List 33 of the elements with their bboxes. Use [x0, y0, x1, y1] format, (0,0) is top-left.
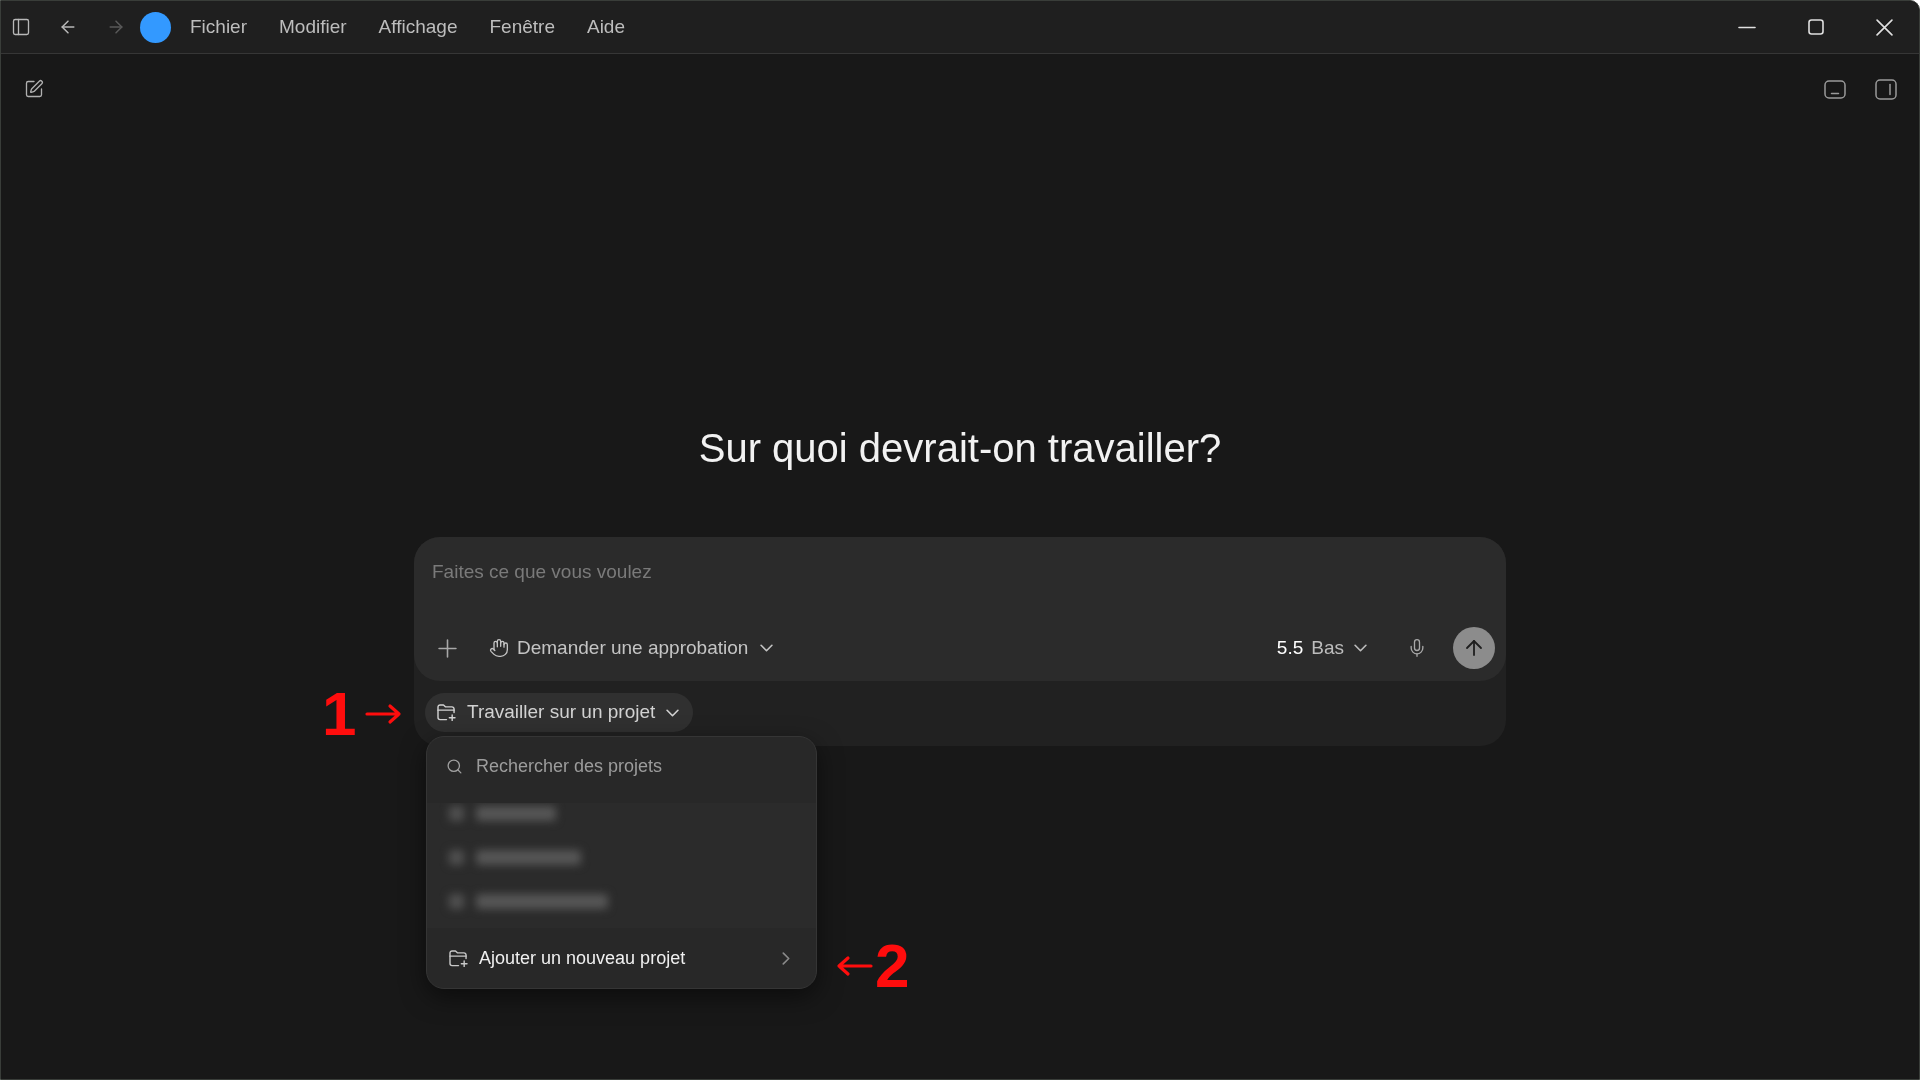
plus-icon: [437, 638, 457, 658]
add-project-item[interactable]: Ajouter un nouveau projet: [427, 928, 816, 988]
send-button[interactable]: [1453, 627, 1495, 669]
chevron-down-icon: [1354, 644, 1367, 652]
chevron-right-icon: [782, 951, 790, 965]
maximize-icon: [1807, 19, 1824, 35]
menu-item[interactable]: Fichier: [180, 9, 257, 45]
search-field[interactable]: Rechercher des projets: [476, 751, 800, 781]
approval-dropdown[interactable]: Demander une approbation: [483, 630, 780, 666]
sidebar-icon: [11, 17, 31, 37]
menu-item[interactable]: Modifier: [269, 9, 357, 45]
bottom-panel-icon: [1824, 79, 1846, 99]
arrow-icon: [836, 955, 873, 977]
chevron-down-icon: [760, 644, 774, 652]
model-dropdown[interactable]: 5.5 Bas: [1270, 630, 1373, 666]
prompt-input[interactable]: Faites ce que vous voulez: [432, 557, 1488, 587]
minimize-icon: [1737, 25, 1756, 29]
chevron-down-icon: [666, 708, 680, 717]
search-icon: [446, 757, 463, 775]
arrow-icon: [365, 703, 403, 725]
page-heading: Sur quoi devrait-on travailler?: [698, 425, 1222, 472]
folder-plus-icon: [437, 704, 456, 721]
menu-item[interactable]: Aide: [576, 9, 635, 45]
annotation-number: 1: [322, 683, 357, 745]
menu-item[interactable]: Fenêtre: [479, 9, 565, 45]
menu-item[interactable]: Affichage: [368, 9, 468, 45]
hand-icon: [489, 638, 509, 658]
project-dropdown[interactable]: Travailler sur un projet: [425, 693, 694, 732]
edit-icon: [24, 79, 44, 99]
folder-plus-icon: [449, 949, 468, 967]
close-icon: [1876, 18, 1893, 36]
annotation-number: 2: [875, 935, 910, 997]
side-panel-icon: [1875, 78, 1897, 100]
